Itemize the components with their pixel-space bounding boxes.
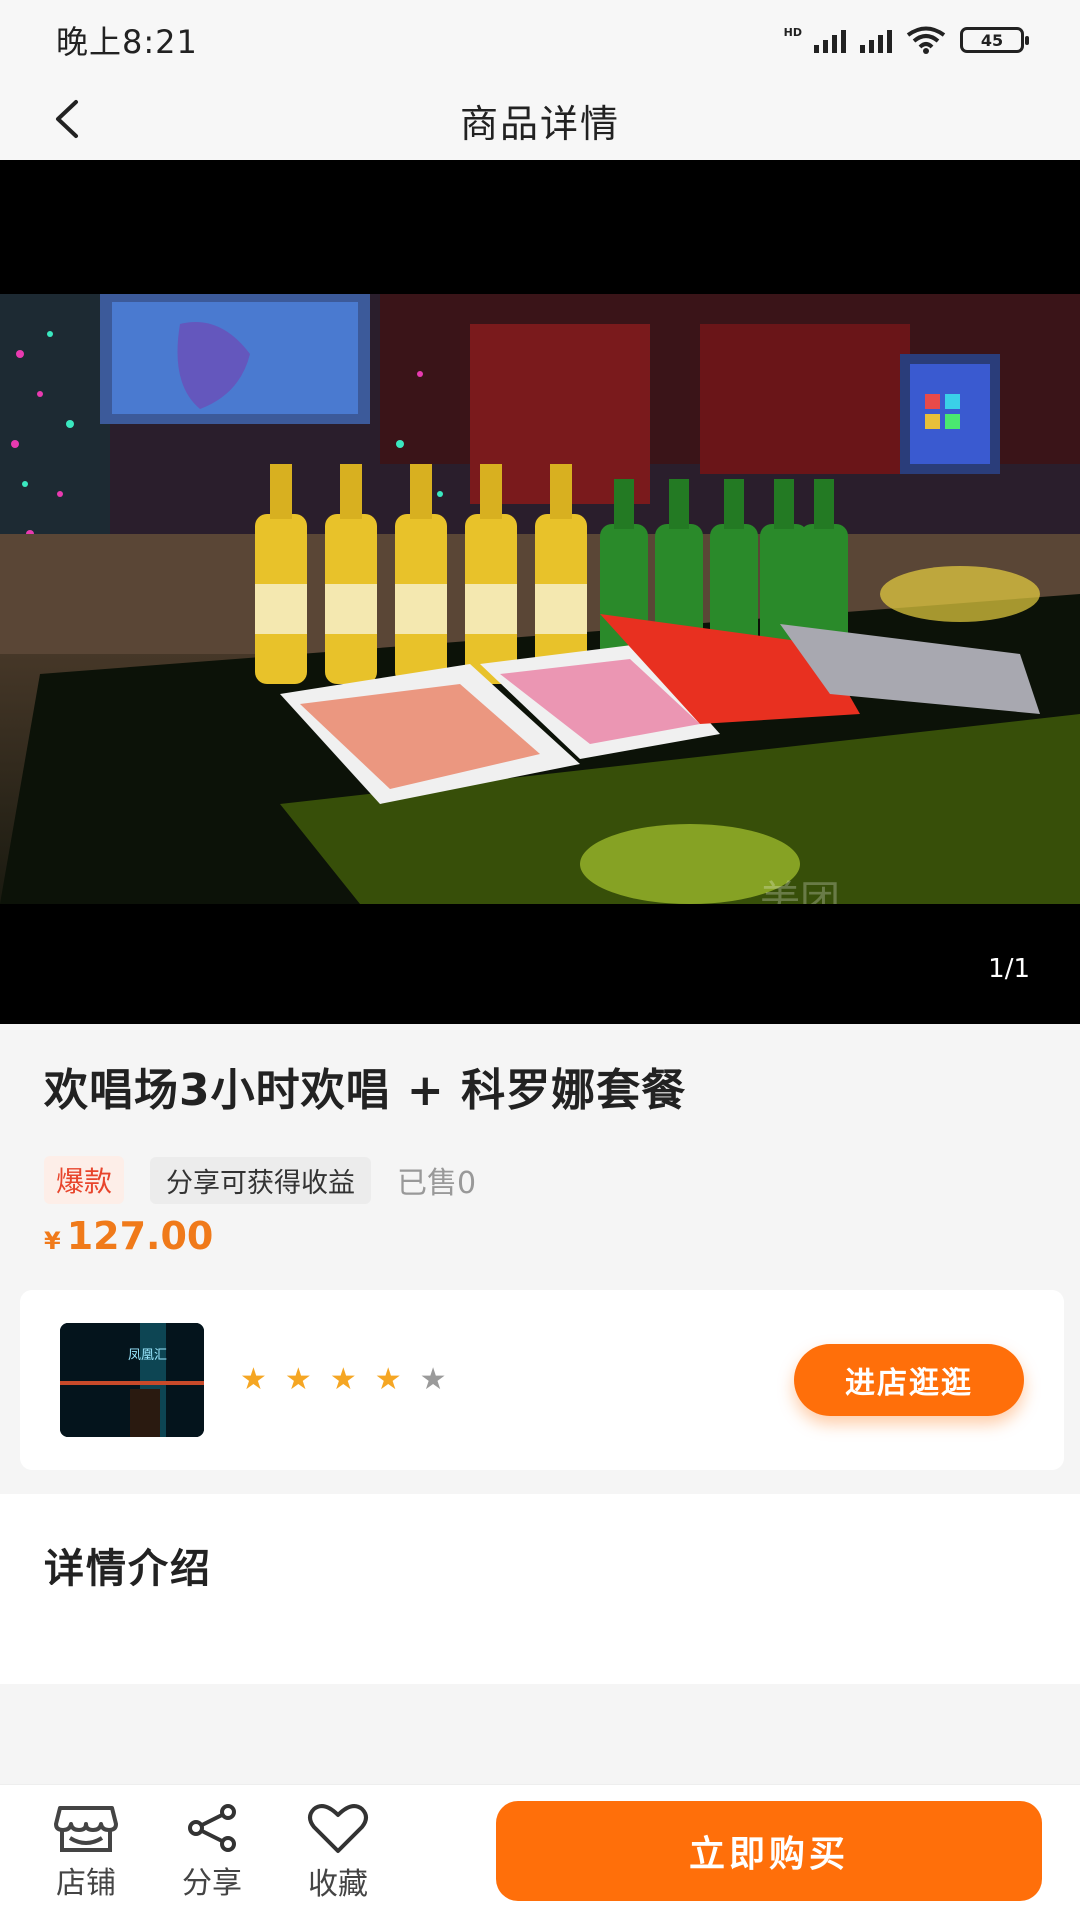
hot-badge: 爆款 bbox=[44, 1156, 125, 1204]
shop-sign-text: 凤凰汇 bbox=[128, 1347, 167, 1362]
star-filled-icon: ★ bbox=[240, 1362, 267, 1397]
share-label: 分享 bbox=[182, 1865, 242, 1901]
watermark-text: 美团 bbox=[760, 879, 840, 904]
detail-title: 详情介绍 bbox=[44, 1546, 212, 1592]
price-amount: 127.00 bbox=[66, 1214, 214, 1258]
product-title: 欢唱场3小时欢唱 + 科罗娜套餐 bbox=[44, 1065, 687, 1116]
cellular-signal-2-icon bbox=[860, 27, 892, 53]
sold-count: 已售0 bbox=[397, 1166, 477, 1201]
status-time: 晚上8:21 bbox=[56, 23, 198, 61]
favorite-label: 收藏 bbox=[308, 1866, 368, 1902]
shop-rating: ★ ★ ★ ★ ★ bbox=[240, 1365, 794, 1395]
heart-icon bbox=[308, 1803, 368, 1853]
wifi-icon bbox=[906, 26, 946, 54]
image-counter: 1/1 bbox=[988, 954, 1030, 984]
shop-thumbnail[interactable]: 凤凰汇 bbox=[60, 1323, 204, 1437]
product-gallery[interactable]: 美团 1/1 bbox=[0, 160, 1080, 1024]
product-tags: 爆款 分享可获得收益 已售0 bbox=[44, 1156, 1036, 1204]
back-button[interactable] bbox=[42, 94, 92, 144]
star-filled-icon: ★ bbox=[284, 1362, 312, 1397]
star-empty-icon: ★ bbox=[419, 1362, 447, 1397]
store-icon bbox=[54, 1805, 118, 1852]
product-price: ¥ 127.00 bbox=[44, 1214, 1036, 1258]
detail-section: 详情介绍 bbox=[0, 1494, 1080, 1684]
favorite-tab[interactable]: 收藏 bbox=[278, 1803, 398, 1903]
hd-label: HD bbox=[783, 26, 802, 39]
chevron-left-icon bbox=[56, 100, 78, 138]
star-filled-icon: ★ bbox=[329, 1362, 357, 1397]
share-tab[interactable]: 分享 bbox=[152, 1803, 272, 1902]
battery-level: 45 bbox=[980, 30, 1004, 50]
cellular-signal-icon bbox=[814, 27, 846, 53]
product-info: 欢唱场3小时欢唱 + 科罗娜套餐 爆款 分享可获得收益 已售0 ¥ 127.00 bbox=[0, 1024, 1080, 1282]
shop-card: 凤凰汇 ★ ★ ★ ★ ★ 进店逛逛 bbox=[20, 1290, 1064, 1470]
star-filled-icon: ★ bbox=[374, 1362, 402, 1397]
bottom-action-bar: 店铺 分享 收藏 立即购买 bbox=[0, 1784, 1080, 1920]
store-label: 店铺 bbox=[56, 1865, 116, 1901]
share-earn-badge: 分享可获得收益 bbox=[150, 1156, 372, 1204]
currency-symbol: ¥ bbox=[44, 1227, 61, 1255]
enter-shop-button[interactable]: 进店逛逛 bbox=[794, 1344, 1024, 1416]
buy-now-button[interactable]: 立即购买 bbox=[496, 1801, 1042, 1901]
page-title: 商品详情 bbox=[459, 101, 620, 146]
status-bar: 晚上8:21 HD 45 bbox=[0, 0, 1080, 80]
ktv-room-image: 美团 bbox=[0, 294, 1080, 904]
nav-bar: 商品详情 bbox=[0, 80, 1080, 160]
shop-storefront-image: 凤凰汇 bbox=[60, 1323, 204, 1437]
battery-icon: 45 bbox=[960, 27, 1029, 53]
share-icon bbox=[188, 1803, 236, 1852]
product-photo: 美团 bbox=[0, 294, 1080, 904]
status-icons: HD 45 bbox=[783, 26, 1029, 54]
store-tab[interactable]: 店铺 bbox=[26, 1804, 146, 1902]
